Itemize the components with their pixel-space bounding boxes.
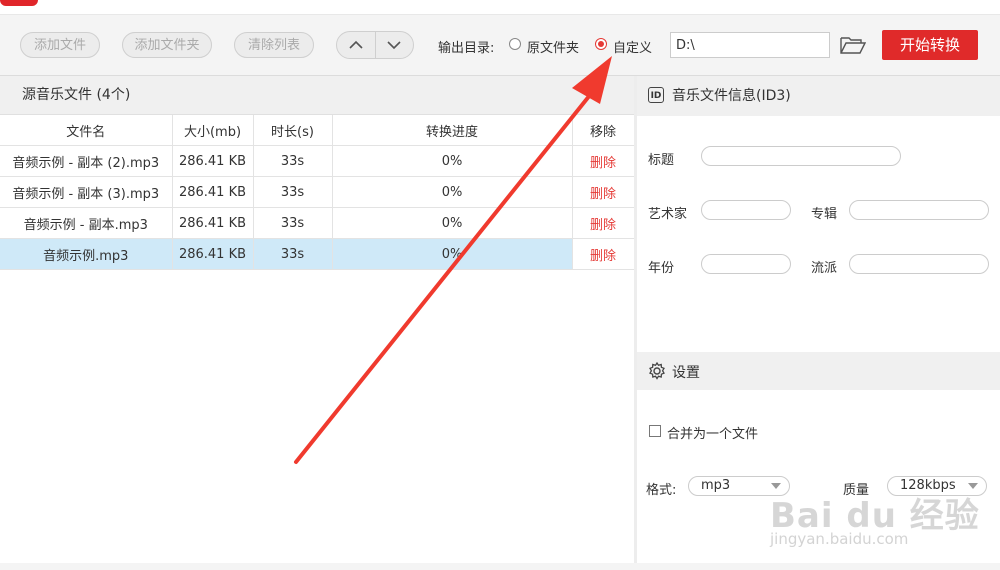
merge-label[interactable]: 合并为一个文件	[667, 423, 758, 442]
album-field[interactable]	[849, 200, 989, 220]
file-size: 286.41 KB	[172, 176, 254, 208]
move-up-button[interactable]	[337, 32, 375, 58]
chevron-down-icon	[387, 41, 401, 50]
clear-list-button[interactable]: 清除列表	[234, 32, 314, 58]
column-header-size: 大小(mb)	[172, 115, 254, 146]
file-size: 286.41 KB	[172, 238, 254, 270]
file-duration: 33s	[253, 145, 333, 177]
file-name: 音频示例 - 副本 (2).mp3	[0, 145, 173, 177]
album-label: 专辑	[811, 207, 838, 222]
artist-field[interactable]	[701, 200, 791, 220]
output-dir-label: 输出目录:	[438, 41, 495, 56]
gear-icon	[649, 362, 665, 380]
file-duration: 33s	[253, 176, 333, 208]
settings-title: 设置	[672, 365, 700, 381]
status-bar	[0, 563, 1000, 570]
format-label: 格式:	[646, 483, 677, 498]
file-name: 音频示例.mp3	[0, 238, 173, 270]
dropdown-caret-icon	[771, 483, 781, 489]
column-header-name: 文件名	[0, 115, 173, 146]
file-progress: 0%	[332, 238, 573, 270]
toolbar: 添加文件 添加文件夹 清除列表 输出目录: 原文件夹 自定义 开始转换	[0, 15, 1000, 76]
file-size: 286.41 KB	[172, 145, 254, 177]
title-bar	[0, 0, 1000, 15]
table-row-selected[interactable]: 音频示例.mp3 286.41 KB 33s 0% 删除	[0, 238, 635, 270]
start-convert-button[interactable]: 开始转换	[882, 30, 978, 60]
column-header-progress: 转换进度	[332, 115, 573, 146]
column-header-remove: 移除	[572, 115, 635, 146]
table-row[interactable]: 音频示例 - 副本 (3).mp3 286.41 KB 33s 0% 删除	[0, 176, 635, 208]
file-size: 286.41 KB	[172, 207, 254, 239]
file-duration: 33s	[253, 238, 333, 270]
table-row[interactable]: 音频示例 - 副本.mp3 286.41 KB 33s 0% 删除	[0, 207, 635, 239]
chevron-up-icon	[349, 40, 363, 49]
source-file-panel: 源音乐文件 (4个) 文件名 大小(mb) 时长(s) 转换进度 移除 音频示例…	[0, 76, 635, 570]
id3-panel: ID 音乐文件信息(ID3) 标题 艺术家 专辑 年份 流派 设置 合并为一个文…	[637, 76, 1000, 570]
title-field[interactable]	[701, 146, 901, 166]
add-folder-button[interactable]: 添加文件夹	[122, 32, 212, 58]
quality-value: 128kbps	[900, 478, 956, 493]
delete-link[interactable]: 删除	[572, 176, 635, 208]
file-name: 音频示例 - 副本 (3).mp3	[0, 176, 173, 208]
file-list-header: 源音乐文件 (4个)	[0, 76, 634, 115]
title-label: 标题	[648, 153, 675, 168]
format-value: mp3	[701, 478, 731, 493]
id3-header: ID 音乐文件信息(ID3)	[637, 76, 1000, 116]
file-name: 音频示例 - 副本.mp3	[0, 207, 173, 239]
quality-select[interactable]: 128kbps	[887, 476, 987, 496]
file-progress: 0%	[332, 176, 573, 208]
file-progress: 0%	[332, 207, 573, 239]
id3-title: 音乐文件信息(ID3)	[672, 88, 791, 104]
delete-link[interactable]: 删除	[572, 238, 635, 270]
radio-custom-label[interactable]: 自定义	[613, 37, 652, 56]
year-field[interactable]	[701, 254, 791, 274]
quality-label: 质量	[843, 483, 870, 498]
format-select[interactable]: mp3	[688, 476, 790, 496]
output-path-input[interactable]	[670, 32, 830, 58]
folder-open-icon[interactable]	[840, 36, 866, 54]
radio-original-label[interactable]: 原文件夹	[527, 37, 579, 56]
add-file-button[interactable]: 添加文件	[20, 32, 100, 58]
delete-link[interactable]: 删除	[572, 207, 635, 239]
genre-label: 流派	[811, 261, 838, 276]
radio-custom[interactable]	[595, 38, 607, 50]
table-row[interactable]: 音频示例 - 副本 (2).mp3 286.41 KB 33s 0% 删除	[0, 145, 635, 177]
settings-header: 设置	[637, 352, 1000, 390]
file-table: 文件名 大小(mb) 时长(s) 转换进度 移除 音频示例 - 副本 (2).m…	[0, 115, 635, 270]
dropdown-caret-icon	[968, 483, 978, 489]
id-tag-icon: ID	[648, 87, 664, 103]
file-duration: 33s	[253, 207, 333, 239]
year-label: 年份	[648, 261, 675, 276]
column-header-duration: 时长(s)	[253, 115, 333, 146]
genre-field[interactable]	[849, 254, 989, 274]
move-buttons	[336, 31, 414, 59]
app-logo	[0, 0, 38, 6]
move-down-button[interactable]	[376, 32, 414, 58]
merge-checkbox[interactable]	[649, 425, 661, 437]
delete-link[interactable]: 删除	[572, 145, 635, 177]
radio-original-folder[interactable]	[509, 38, 521, 50]
file-progress: 0%	[332, 145, 573, 177]
table-header-row: 文件名 大小(mb) 时长(s) 转换进度 移除	[0, 115, 635, 146]
artist-label: 艺术家	[648, 207, 688, 222]
